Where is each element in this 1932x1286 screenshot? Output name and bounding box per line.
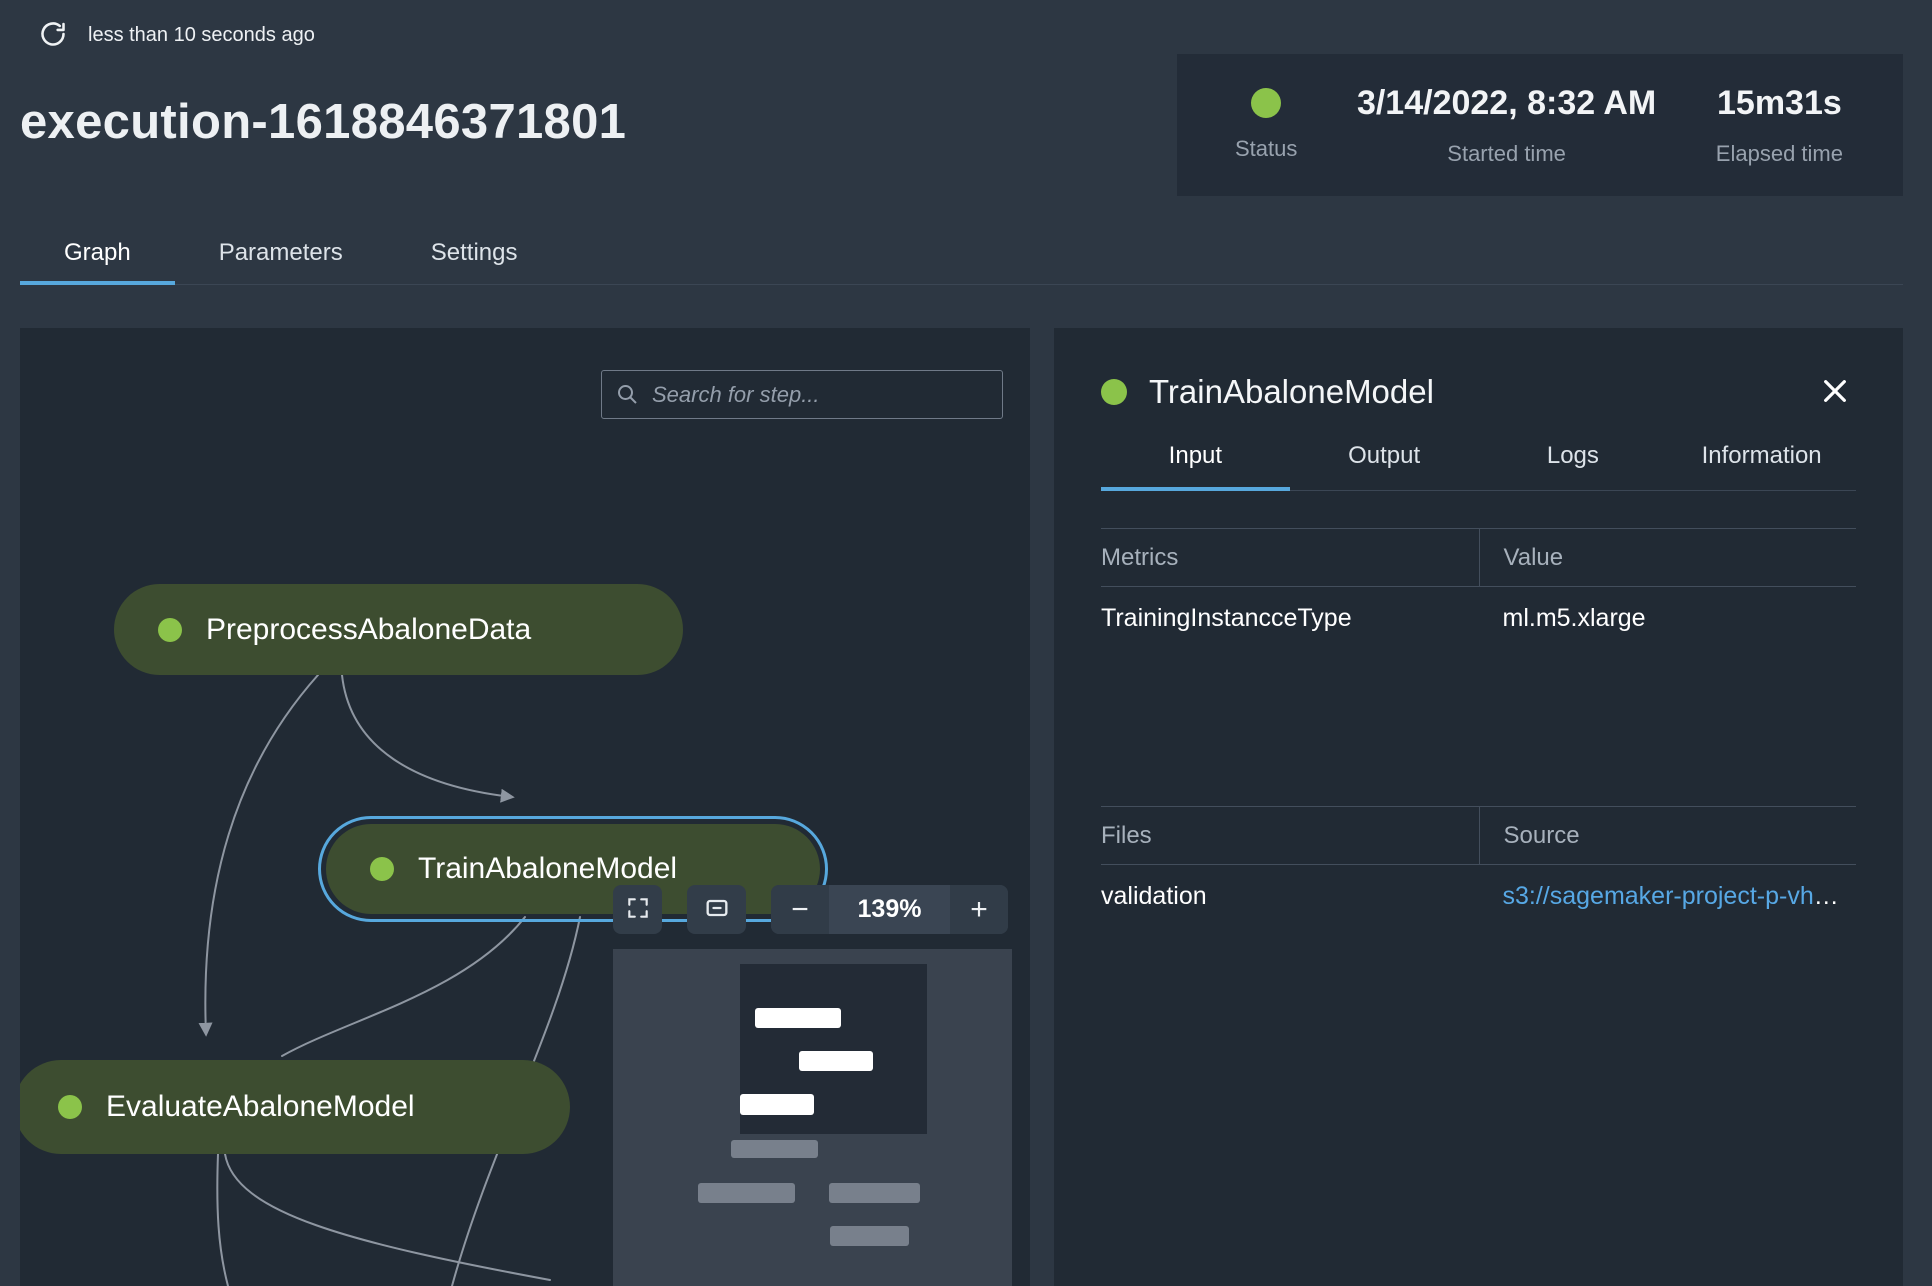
close-icon	[1819, 375, 1851, 410]
metrics-table: Metrics Value TrainingInstancceType ml.m…	[1101, 528, 1856, 649]
step-detail-panel: TrainAbaloneModel Input Output Logs Info…	[1054, 328, 1903, 1286]
started-time-label: Started time	[1447, 140, 1566, 166]
elapsed-time-value: 15m31s	[1717, 83, 1842, 122]
graph-node-preprocess[interactable]: PreprocessAbaloneData	[114, 584, 683, 675]
node-label: TrainAbaloneModel	[418, 852, 678, 885]
fullscreen-button[interactable]	[613, 885, 662, 934]
step-detail-title: TrainAbaloneModel	[1149, 373, 1434, 410]
zoom-controls: − 139% +	[771, 885, 1008, 934]
detail-tab-output[interactable]: Output	[1290, 442, 1479, 491]
tab-parameters[interactable]: Parameters	[175, 226, 387, 285]
pipeline-graph-canvas[interactable]: PreprocessAbaloneData TrainAbaloneModel …	[20, 328, 1030, 1286]
metric-name: TrainingInstancceType	[1101, 603, 1352, 632]
minimap[interactable]	[613, 949, 1012, 1286]
minimap-node	[799, 1051, 873, 1071]
node-status-dot	[370, 857, 394, 881]
table-header-row: Metrics Value	[1101, 528, 1856, 587]
detail-tab-input[interactable]: Input	[1101, 442, 1290, 491]
node-label: EvaluateAbaloneModel	[106, 1090, 415, 1123]
s3-source-link[interactable]: s3://sagemaker-project-p-vhcz...	[1503, 882, 1857, 910]
minimap-node	[755, 1008, 841, 1028]
graph-node-evaluate[interactable]: EvaluateAbaloneModel	[20, 1060, 570, 1154]
page-title: execution-1618846371801	[20, 95, 627, 149]
file-name: validation	[1101, 881, 1207, 910]
zoom-toolbar: − 139% +	[613, 885, 1008, 934]
started-time-column: 3/14/2022, 8:32 AM Started time	[1357, 54, 1656, 196]
refresh-icon	[39, 20, 67, 51]
detail-header: TrainAbaloneModel	[1101, 328, 1856, 416]
step-search	[601, 370, 1003, 419]
column-header: Value	[1478, 529, 1857, 586]
step-status-dot	[1101, 379, 1127, 405]
minimap-node	[698, 1183, 795, 1203]
files-table: Files Source validation s3://sagemaker-p…	[1101, 806, 1856, 927]
search-icon	[618, 385, 637, 404]
status-card: Status 3/14/2022, 8:32 AM Started time 1…	[1177, 54, 1903, 196]
close-panel-button[interactable]	[1814, 371, 1856, 413]
metric-value: ml.m5.xlarge	[1502, 603, 1646, 632]
column-header: Files	[1101, 821, 1152, 849]
tab-settings[interactable]: Settings	[387, 226, 562, 285]
minimap-node	[731, 1140, 818, 1158]
started-time-value: 3/14/2022, 8:32 AM	[1356, 83, 1657, 122]
fullscreen-icon	[625, 895, 651, 924]
zoom-in-button[interactable]: +	[950, 885, 1008, 934]
execution-status-dot	[1251, 88, 1282, 118]
minimap-node	[829, 1183, 920, 1203]
zoom-out-button[interactable]: −	[771, 885, 829, 934]
table-row: validation s3://sagemaker-project-p-vhcz…	[1101, 865, 1856, 927]
fit-view-button[interactable]	[687, 885, 746, 934]
tab-graph[interactable]: Graph	[20, 226, 175, 285]
status-label: Status	[1235, 136, 1298, 161]
refresh-row: less than 10 seconds ago	[38, 20, 315, 50]
node-status-dot	[158, 617, 182, 642]
view-tabs: Graph Parameters Settings	[20, 226, 1903, 285]
elapsed-time-label: Elapsed time	[1715, 140, 1843, 166]
table-row: TrainingInstancceType ml.m5.xlarge	[1101, 587, 1856, 649]
elapsed-time-column: 15m31s Elapsed time	[1716, 54, 1843, 196]
status-column: Status	[1235, 54, 1297, 196]
zoom-level: 139%	[829, 885, 950, 934]
search-input[interactable]	[601, 370, 1003, 419]
detail-tabs: Input Output Logs Information	[1101, 442, 1856, 491]
detail-tab-information[interactable]: Information	[1667, 442, 1856, 491]
minimap-node	[830, 1226, 909, 1246]
table-header-row: Files Source	[1101, 806, 1856, 865]
node-status-dot	[58, 1095, 82, 1119]
column-header: Source	[1478, 807, 1857, 864]
node-label: PreprocessAbaloneData	[206, 612, 532, 646]
minimap-node	[740, 1094, 814, 1115]
detail-tab-logs[interactable]: Logs	[1479, 442, 1668, 491]
last-refreshed-text: less than 10 seconds ago	[88, 23, 315, 46]
fit-view-icon	[703, 894, 731, 925]
column-header: Metrics	[1101, 543, 1179, 571]
refresh-button[interactable]	[38, 20, 68, 50]
